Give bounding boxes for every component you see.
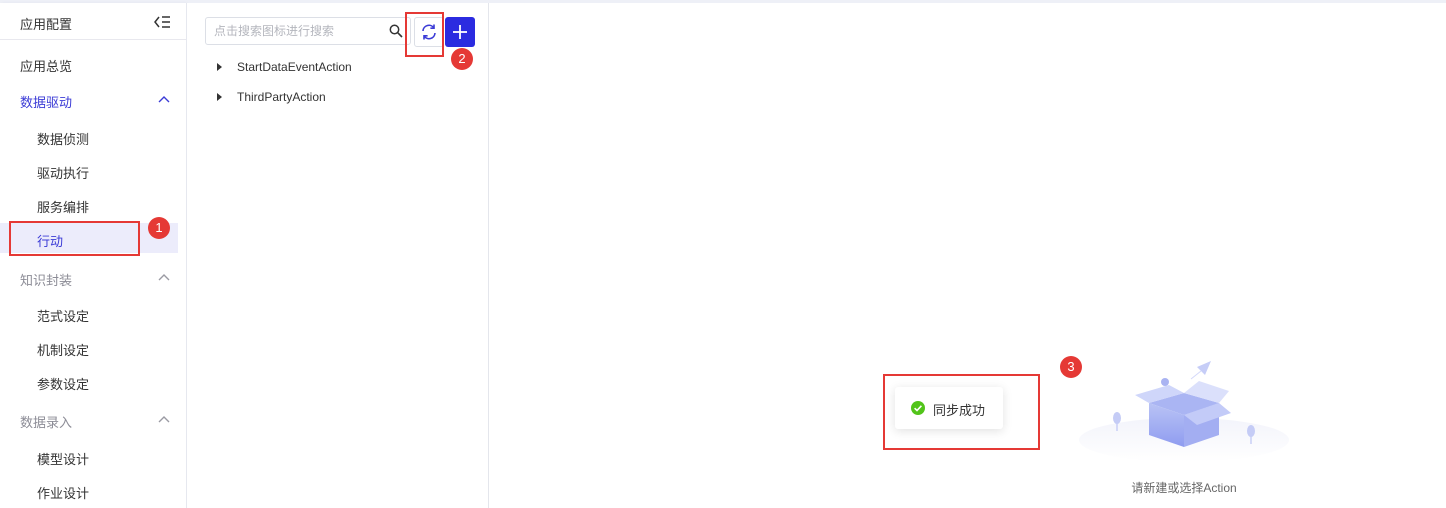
sidebar-item-data-detection[interactable]: 数据侦测 <box>0 121 178 151</box>
sidebar-header: 应用配置 <box>0 3 186 40</box>
sidebar-item-label: 数据录入 <box>20 415 73 430</box>
sidebar-group-knowledge-packaging[interactable]: 知识封装 <box>0 262 178 292</box>
collapse-sidebar-icon[interactable] <box>154 15 170 29</box>
sidebar-item-label: 模型设计 <box>37 452 90 467</box>
annotation-badge: 1 <box>148 217 170 239</box>
sidebar-item-label: 范式设定 <box>37 309 90 324</box>
sidebar-item-label: 数据驱动 <box>20 95 73 110</box>
sidebar-item-parameter-settings[interactable]: 参数设定 <box>0 366 178 396</box>
sidebar-item-label: 知识封装 <box>20 273 73 288</box>
sidebar-item-label: 机制设定 <box>37 343 90 358</box>
empty-box-illustration <box>1079 361 1289 462</box>
sidebar-item-job-design[interactable]: 作业设计 <box>0 475 178 505</box>
action-tree-panel: StartDataEventAction ThirdPartyAction <box>187 3 489 508</box>
sidebar-group-data-entry[interactable]: 数据录入 <box>0 404 178 434</box>
annotation-badge: 2 <box>451 48 473 70</box>
empty-state-text: 请新建或选择Action <box>1131 481 1237 495</box>
sidebar-item-mechanism-settings[interactable]: 机制设定 <box>0 332 178 362</box>
annotation-highlight-toast <box>883 374 1040 450</box>
search-icon[interactable] <box>389 24 403 38</box>
tree-node[interactable]: StartDataEventAction <box>215 57 415 79</box>
sidebar-item-service-orchestration[interactable]: 服务编排 <box>0 189 178 219</box>
caret-right-icon[interactable] <box>217 63 222 71</box>
add-action-button[interactable] <box>445 17 475 47</box>
sidebar-item-label: 作业设计 <box>37 486 90 501</box>
plus-icon <box>453 25 467 39</box>
sidebar-item-label: 服务编排 <box>37 200 90 215</box>
sidebar-item-label: 驱动执行 <box>37 166 90 181</box>
sidebar-title: 应用配置 <box>20 17 73 32</box>
sidebar-item-overview[interactable]: 应用总览 <box>0 48 178 78</box>
chevron-up-icon <box>158 96 170 103</box>
annotation-highlight-action-item <box>9 221 140 256</box>
chevron-up-icon <box>158 416 170 423</box>
tree-node-label: StartDataEventAction <box>237 60 352 74</box>
chevron-up-icon <box>158 274 170 281</box>
sidebar-item-model-design[interactable]: 模型设计 <box>0 441 178 471</box>
sidebar-item-label: 应用总览 <box>20 59 73 74</box>
annotation-badge: 3 <box>1060 356 1082 378</box>
annotation-highlight-refresh <box>405 12 444 57</box>
tree-node[interactable]: ThirdPartyAction <box>215 87 415 109</box>
sidebar-item-paradigm-settings[interactable]: 范式设定 <box>0 298 178 328</box>
sidebar-group-data-driven[interactable]: 数据驱动 <box>0 84 178 114</box>
caret-right-icon[interactable] <box>217 93 222 101</box>
tree-node-label: ThirdPartyAction <box>237 90 326 104</box>
search-input[interactable] <box>214 21 379 41</box>
sidebar-item-drive-execution[interactable]: 驱动执行 <box>0 155 178 185</box>
sidebar-item-label: 数据侦测 <box>37 132 90 147</box>
app-page: 应用配置 应用总览 数据驱动 数据侦测 驱动执行 服务编排 行动 知识封装 范式… <box>0 0 1446 508</box>
sidebar-item-label: 参数设定 <box>37 377 90 392</box>
search-box <box>205 17 411 45</box>
